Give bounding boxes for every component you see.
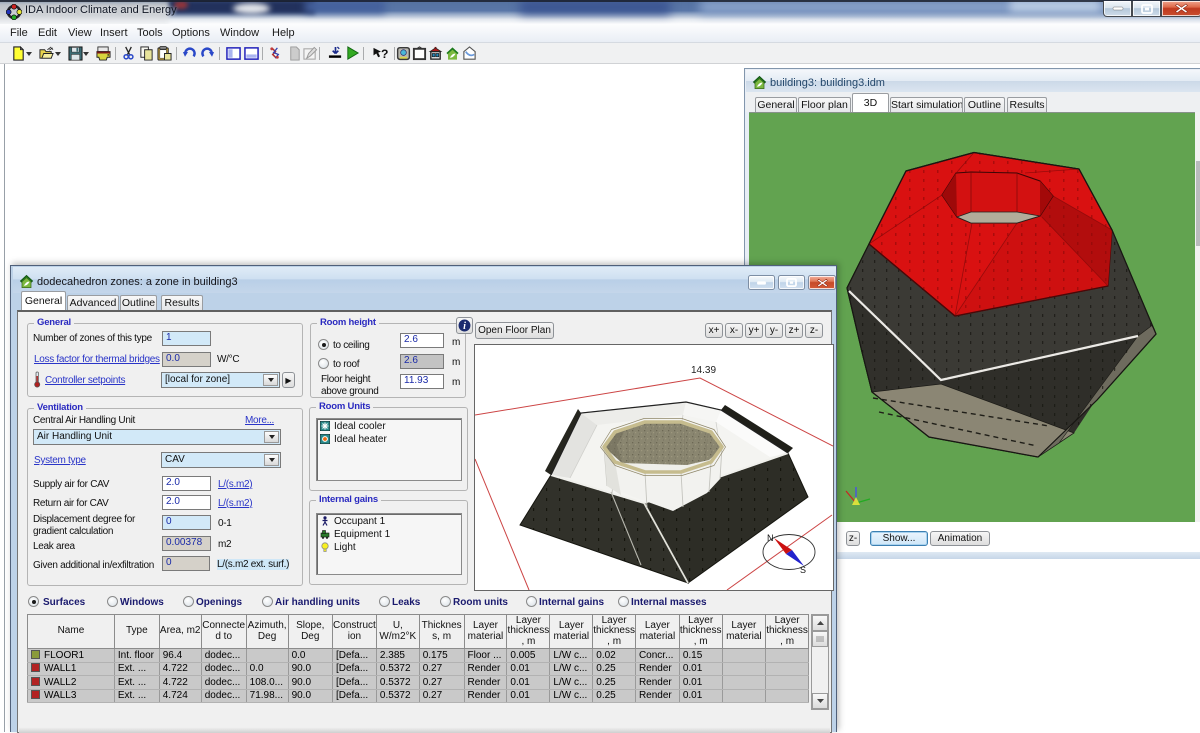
svg-text:S: S	[800, 565, 806, 575]
svg-text:i: i	[463, 321, 466, 332]
svg-text:14.39: 14.39	[691, 365, 716, 376]
svg-text:?: ?	[381, 47, 388, 61]
svg-text:N: N	[767, 533, 774, 543]
